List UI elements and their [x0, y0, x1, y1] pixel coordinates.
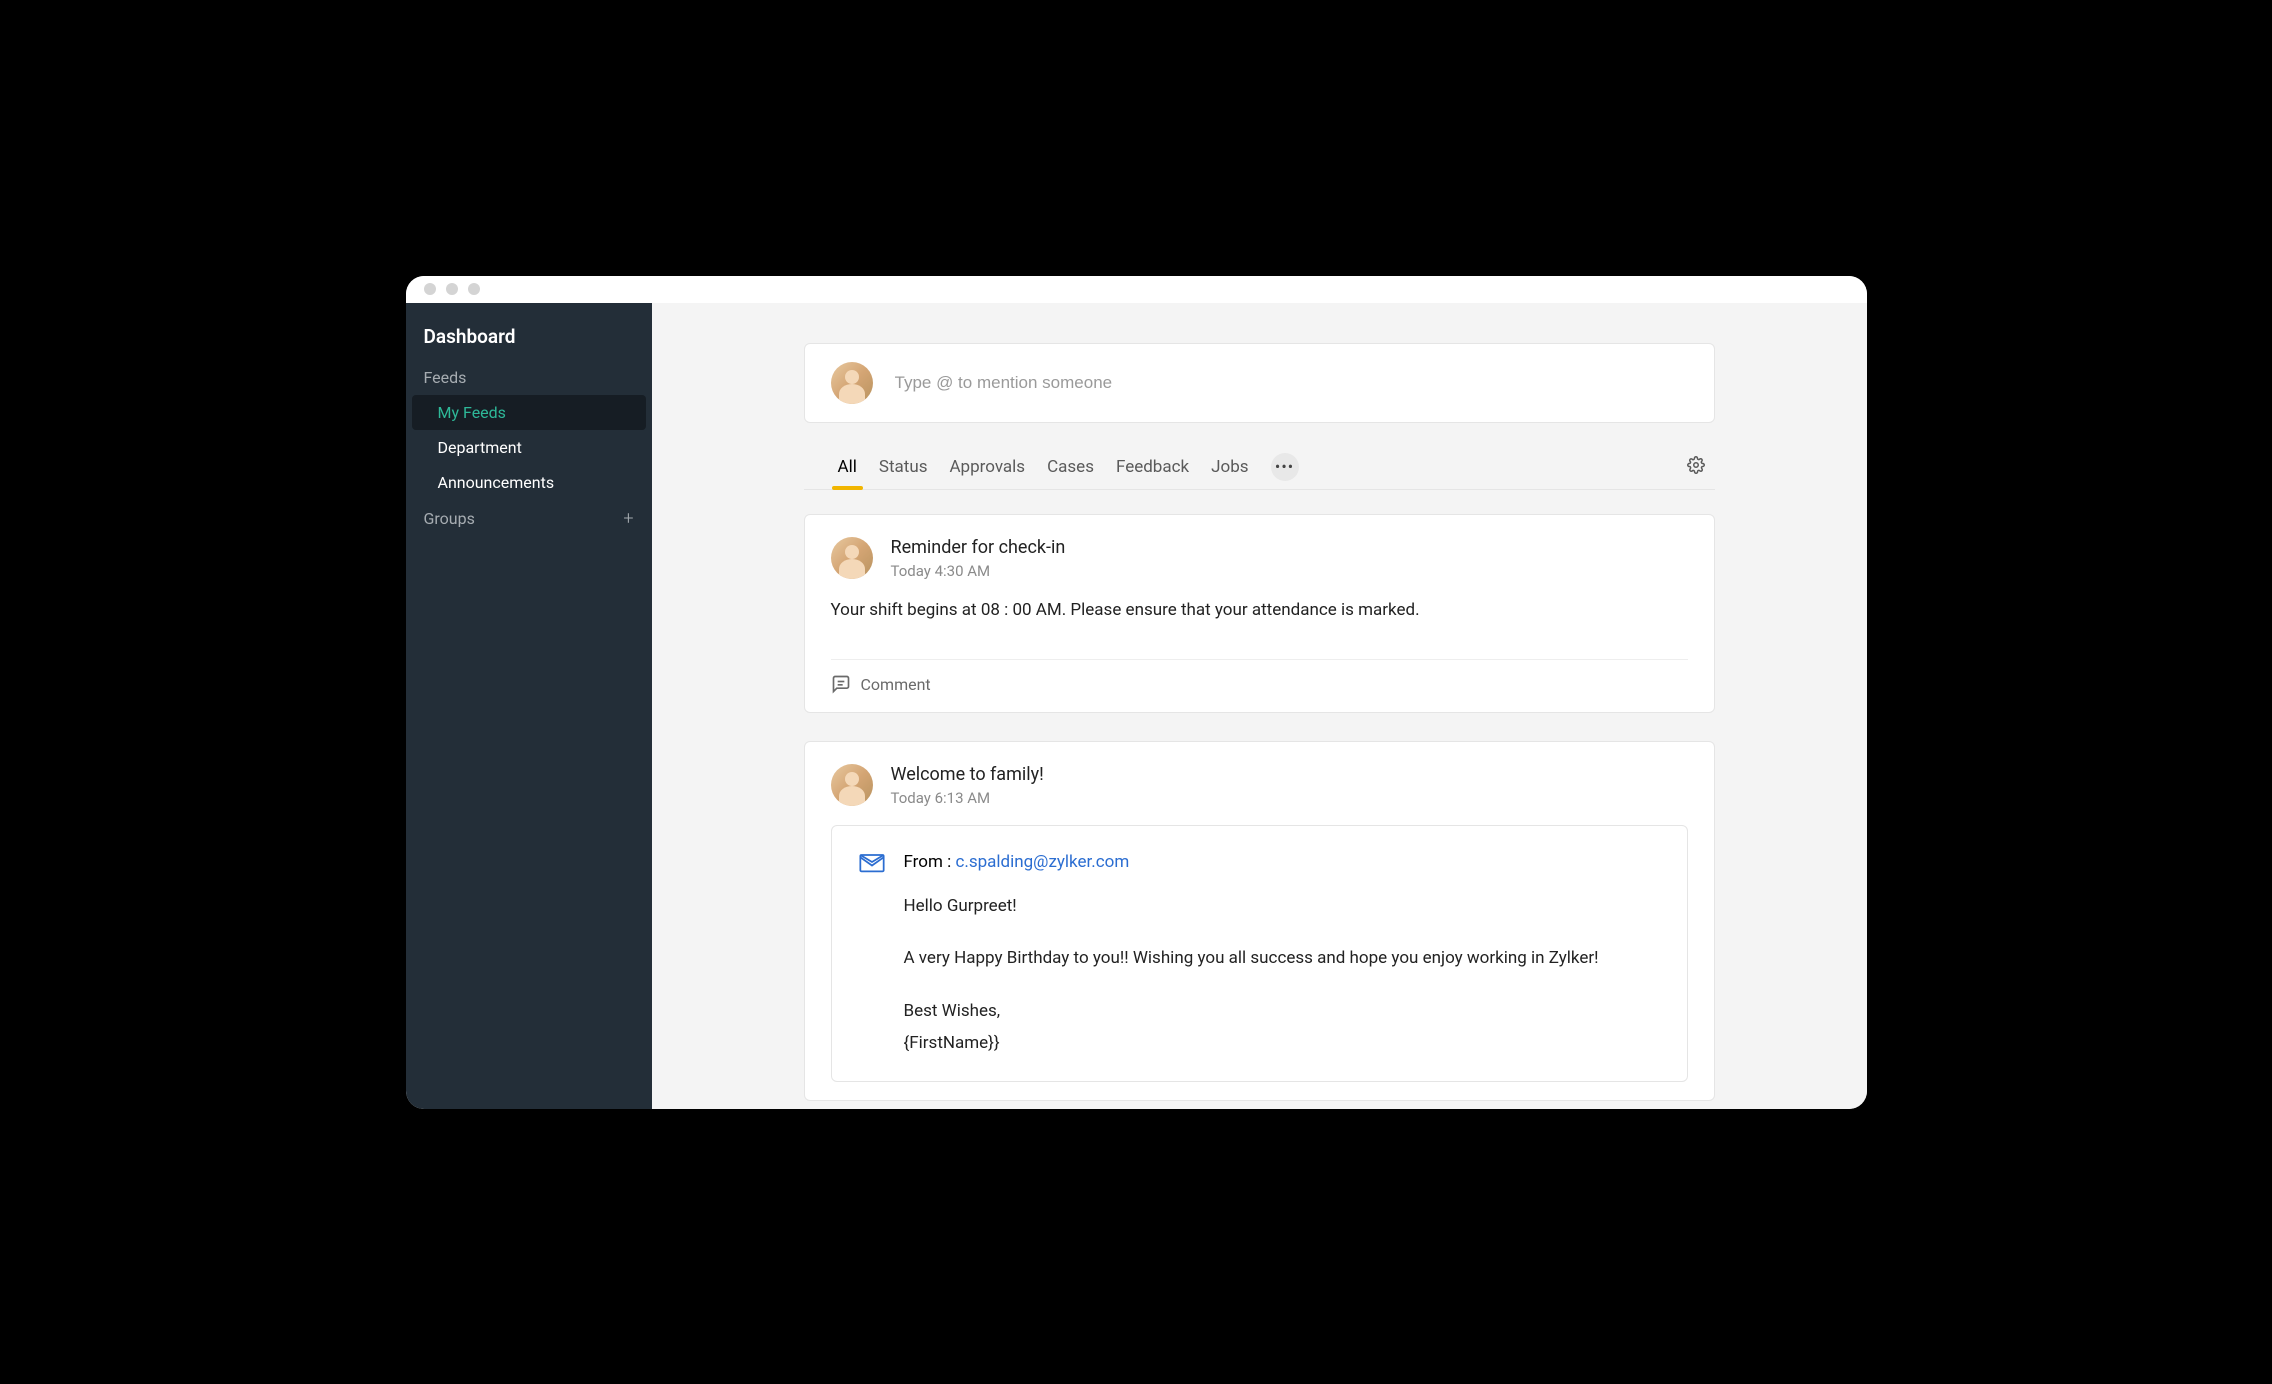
sidebar: Dashboard Feeds My Feeds Department Anno… [406, 303, 652, 1109]
email-from-address[interactable]: c.spalding@zylker.com [955, 852, 1129, 872]
feed-title: Welcome to family! [891, 764, 1044, 785]
maximize-window-dot[interactable] [468, 283, 480, 295]
more-icon: ••• [1275, 457, 1294, 476]
tabs-row: All Status Approvals Cases Feedback Jobs… [804, 445, 1715, 490]
content-area: Dashboard Feeds My Feeds Department Anno… [406, 303, 1867, 1109]
add-group-icon[interactable]: + [623, 508, 633, 529]
mail-icon [858, 848, 886, 876]
sidebar-section-feeds[interactable]: Feeds [406, 360, 652, 395]
feed-card: Welcome to family! Today 6:13 AM From : … [804, 741, 1715, 1101]
window-titlebar [406, 276, 1867, 303]
sidebar-section-label: Feeds [424, 368, 467, 387]
email-signature: {FirstName}} [904, 1033, 1000, 1053]
email-body: Hello Gurpreet! A very Happy Birthday to… [858, 890, 1661, 1059]
avatar [831, 362, 873, 404]
more-tabs-button[interactable]: ••• [1271, 453, 1299, 481]
minimize-window-dot[interactable] [446, 283, 458, 295]
sidebar-item-my-feeds[interactable]: My Feeds [412, 395, 646, 430]
sidebar-section-label: Groups [424, 509, 475, 528]
sidebar-item-label: Announcements [438, 473, 555, 492]
tab-status[interactable]: Status [879, 445, 928, 489]
feed-body: Your shift begins at 08 : 00 AM. Please … [831, 598, 1688, 624]
email-greeting: Hello Gurpreet! [904, 890, 1661, 922]
email-from-label: From : [904, 852, 956, 872]
tab-feedback[interactable]: Feedback [1116, 445, 1189, 489]
compose-card [804, 343, 1715, 423]
avatar [831, 764, 873, 806]
feed-card: Reminder for check-in Today 4:30 AM Your… [804, 514, 1715, 714]
app-window: Dashboard Feeds My Feeds Department Anno… [406, 276, 1867, 1109]
feed-timestamp: Today 4:30 AM [891, 562, 1066, 580]
tab-jobs[interactable]: Jobs [1211, 445, 1248, 489]
comment-icon [831, 674, 851, 694]
email-box: From : c.spalding@zylker.com Hello Gurpr… [831, 825, 1688, 1082]
tab-approvals[interactable]: Approvals [949, 445, 1025, 489]
email-from-row: From : c.spalding@zylker.com [858, 848, 1661, 876]
settings-icon[interactable] [1687, 456, 1705, 478]
tabs: All Status Approvals Cases Feedback Jobs… [838, 445, 1299, 489]
close-window-dot[interactable] [424, 283, 436, 295]
comment-label: Comment [861, 675, 931, 694]
main-panel: All Status Approvals Cases Feedback Jobs… [652, 303, 1867, 1109]
sidebar-item-announcements[interactable]: Announcements [406, 465, 652, 500]
sidebar-section-groups[interactable]: Groups + [406, 500, 652, 537]
sidebar-item-label: Department [438, 438, 522, 457]
email-message: A very Happy Birthday to you!! Wishing y… [904, 942, 1661, 974]
comment-button[interactable]: Comment [831, 659, 1688, 694]
sidebar-item-label: My Feeds [438, 403, 506, 422]
feed-timestamp: Today 6:13 AM [891, 789, 1044, 807]
tab-all[interactable]: All [838, 445, 857, 489]
avatar [831, 537, 873, 579]
sidebar-item-department[interactable]: Department [406, 430, 652, 465]
feed-header: Reminder for check-in Today 4:30 AM [831, 537, 1688, 580]
compose-input[interactable] [895, 373, 1688, 393]
feed-title: Reminder for check-in [891, 537, 1066, 558]
tab-cases[interactable]: Cases [1047, 445, 1094, 489]
feed-header: Welcome to family! Today 6:13 AM [831, 764, 1688, 807]
email-closing: Best Wishes, [904, 1001, 1001, 1021]
sidebar-title: Dashboard [406, 315, 652, 360]
